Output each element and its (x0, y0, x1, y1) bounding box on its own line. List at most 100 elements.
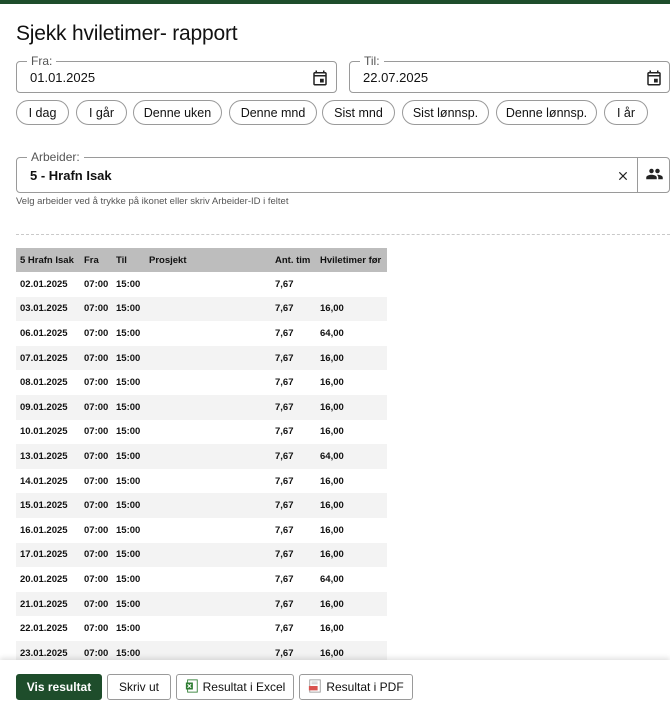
pdf-export-label: Resultat i PDF (326, 680, 404, 694)
cell-to: 15:00 (116, 573, 141, 585)
cell-rest-hours: 16,00 (320, 623, 344, 635)
table-row: 22.01.2025 07:00 15:00 7,67 16,00 (16, 616, 387, 641)
table-row: 06.01.2025 07:00 15:00 7,67 64,00 (16, 321, 387, 346)
cell-from: 07:00 (84, 303, 109, 315)
chip-this-week[interactable]: Denne uken (133, 100, 222, 125)
table-row: 07.01.2025 07:00 15:00 7,67 16,00 (16, 345, 387, 371)
cell-from: 07:00 (84, 549, 109, 561)
cell-to: 15:00 (116, 500, 141, 512)
cell-to: 15:00 (116, 401, 141, 413)
header-rest-hours: Hviletimer før (320, 254, 382, 266)
cell-date: 02.01.2025 (20, 278, 68, 290)
table-row: 09.01.2025 07:00 15:00 7,67 16,00 (16, 394, 387, 420)
date-from-label: Fra: (27, 54, 57, 68)
cell-to: 15:00 (116, 352, 141, 364)
cell-date: 22.01.2025 (20, 623, 68, 635)
table-row: 20.01.2025 07:00 15:00 7,67 64,00 (16, 567, 387, 592)
cell-hours: 7,67 (275, 327, 294, 339)
chip-today[interactable]: I dag (16, 100, 69, 125)
chip-this-payperiod[interactable]: Denne lønnsp. (496, 100, 597, 125)
cell-hours: 7,67 (275, 377, 294, 389)
table-row: 08.01.2025 07:00 15:00 7,67 16,00 (16, 370, 387, 395)
worker-picker-button[interactable] (637, 158, 670, 192)
print-button[interactable]: Skriv ut (107, 674, 171, 700)
cell-project (145, 321, 271, 346)
cell-hours: 7,67 (275, 352, 294, 364)
cell-from: 07:00 (84, 598, 109, 610)
cell-date: 03.01.2025 (20, 303, 68, 315)
cell-date: 08.01.2025 (20, 377, 68, 389)
cell-project (145, 272, 271, 297)
date-to-field[interactable]: Til: 22.07.2025 (349, 54, 670, 93)
chip-last-payperiod[interactable]: Sist lønnsp. (402, 100, 489, 125)
cell-date: 13.01.2025 (20, 450, 68, 462)
cell-rest-hours: 16,00 (320, 598, 344, 610)
calendar-icon[interactable] (645, 69, 663, 87)
cell-date: 16.01.2025 (20, 524, 68, 536)
worker-helper-text: Velg arbeider ved å trykke på ikonet ell… (16, 196, 289, 207)
header-from: Fra (84, 254, 99, 266)
excel-icon (185, 678, 199, 696)
cell-rest-hours: 64,00 (320, 327, 344, 339)
cell-project (145, 297, 271, 322)
show-results-button[interactable]: Vis resultat (16, 674, 102, 700)
cell-to: 15:00 (116, 426, 141, 438)
cell-to: 15:00 (116, 303, 141, 315)
cell-to: 15:00 (116, 450, 141, 462)
date-from-field[interactable]: Fra: 01.01.2025 (16, 54, 337, 93)
header-to: Til (116, 254, 127, 266)
cell-hours: 7,67 (275, 303, 294, 315)
header-worker: 5 Hrafn Isak (20, 254, 74, 266)
cell-from: 07:00 (84, 450, 109, 462)
table-header-row: 5 Hrafn Isak Fra Til Prosjekt Ant. tim H… (16, 248, 387, 272)
close-icon[interactable] (616, 169, 630, 183)
cell-rest-hours: 16,00 (320, 475, 344, 487)
cell-date: 21.01.2025 (20, 598, 68, 610)
cell-date: 17.01.2025 (20, 549, 68, 561)
cell-project (145, 567, 271, 592)
cell-project (145, 493, 271, 518)
chip-last-month[interactable]: Sist mnd (322, 100, 395, 125)
cell-to: 15:00 (116, 377, 141, 389)
cell-date: 15.01.2025 (20, 500, 68, 512)
top-accent-strip (0, 0, 670, 4)
cell-project (145, 370, 271, 395)
calendar-icon[interactable] (311, 69, 329, 87)
cell-project (145, 543, 271, 568)
cell-from: 07:00 (84, 475, 109, 487)
table-row: 10.01.2025 07:00 15:00 7,67 16,00 (16, 420, 387, 445)
table-row: 15.01.2025 07:00 15:00 7,67 16,00 (16, 493, 387, 518)
table-row: 03.01.2025 07:00 15:00 7,67 16,00 (16, 296, 387, 322)
chip-this-year[interactable]: I år (604, 100, 648, 125)
pdf-export-button[interactable]: Resultat i PDF (299, 674, 413, 700)
print-label: Skriv ut (118, 680, 159, 694)
cell-hours: 7,67 (275, 450, 294, 462)
cell-from: 07:00 (84, 327, 109, 339)
chip-yesterday[interactable]: I går (76, 100, 127, 125)
chip-this-month[interactable]: Denne mnd (229, 100, 317, 125)
cell-to: 15:00 (116, 475, 141, 487)
table-row: 13.01.2025 07:00 15:00 7,67 64,00 (16, 444, 387, 469)
cell-to: 15:00 (116, 549, 141, 561)
table-row: 21.01.2025 07:00 15:00 7,67 16,00 (16, 591, 387, 617)
cell-to: 15:00 (116, 623, 141, 635)
cell-hours: 7,67 (275, 549, 294, 561)
header-project: Prosjekt (149, 254, 187, 266)
worker-field[interactable]: Arbeider: 5 - Hrafn Isak (16, 150, 670, 193)
cell-from: 07:00 (84, 573, 109, 585)
cell-project (145, 420, 271, 445)
section-divider (16, 234, 670, 235)
cell-rest-hours (316, 272, 387, 297)
date-from-value: 01.01.2025 (30, 70, 96, 85)
cell-hours: 7,67 (275, 500, 294, 512)
excel-export-button[interactable]: Resultat i Excel (176, 674, 294, 700)
cell-from: 07:00 (84, 278, 109, 290)
cell-hours: 7,67 (275, 426, 294, 438)
date-to-label: Til: (360, 54, 384, 68)
cell-hours: 7,67 (275, 401, 294, 413)
excel-export-label: Resultat i Excel (202, 680, 286, 694)
cell-project (145, 518, 271, 543)
cell-from: 07:00 (84, 426, 109, 438)
cell-hours: 7,67 (275, 573, 294, 585)
cell-from: 07:00 (84, 623, 109, 635)
